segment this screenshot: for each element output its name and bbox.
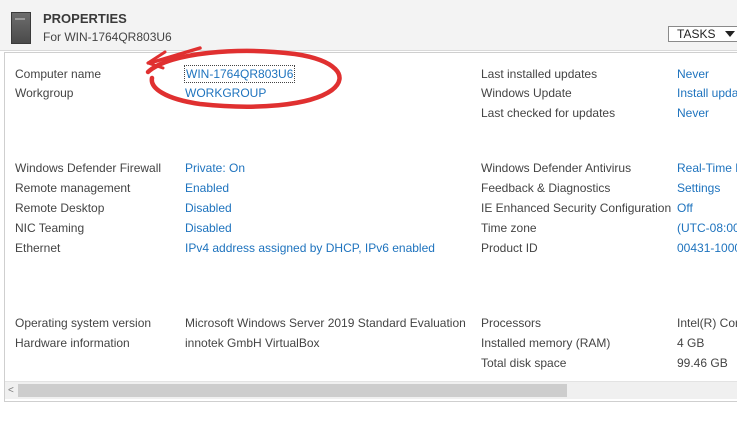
hardware-info-value: innotek GmbH VirtualBox (185, 336, 320, 350)
remote-desktop-label: Remote Desktop (15, 201, 105, 215)
workgroup-link[interactable]: WORKGROUP (185, 86, 266, 100)
windows-update-link[interactable]: Install upda (677, 86, 737, 100)
scrollbar-thumb[interactable] (18, 384, 567, 397)
processors-label: Processors (481, 316, 542, 330)
time-zone-link[interactable]: (UTC-08:00) (677, 221, 737, 235)
os-version-value: Microsoft Windows Server 2019 Standard E… (185, 316, 466, 330)
computer-name-link[interactable]: WIN-1764QR803U6 (183, 65, 296, 83)
firewall-link[interactable]: Private: On (185, 161, 245, 175)
tasks-button[interactable]: TASKS (668, 26, 737, 42)
last-checked-updates-link[interactable]: Never (677, 106, 709, 120)
feedback-diagnostics-link[interactable]: Settings (677, 181, 720, 195)
processors-value: Intel(R) Cor (677, 316, 737, 330)
ethernet-label: Ethernet (15, 241, 61, 255)
workgroup-label: Workgroup (15, 86, 74, 100)
server-icon (11, 12, 31, 44)
horizontal-scrollbar[interactable]: < (5, 381, 737, 399)
installed-memory-value: 4 GB (677, 336, 705, 350)
page-title: PROPERTIES (43, 11, 127, 26)
remote-desktop-link[interactable]: Disabled (185, 201, 232, 215)
ie-esc-link[interactable]: Off (677, 201, 693, 215)
nic-teaming-link[interactable]: Disabled (185, 221, 232, 235)
chevron-down-icon (725, 31, 735, 37)
defender-antivirus-label: Windows Defender Antivirus (481, 161, 632, 175)
ethernet-link[interactable]: IPv4 address assigned by DHCP, IPv6 enab… (185, 241, 435, 255)
remote-management-link[interactable]: Enabled (185, 181, 229, 195)
computer-name-label: Computer name (15, 67, 102, 81)
feedback-diagnostics-label: Feedback & Diagnostics (481, 181, 611, 195)
windows-update-label: Windows Update (481, 86, 572, 100)
last-checked-updates-label: Last checked for updates (481, 106, 616, 120)
firewall-label: Windows Defender Firewall (15, 161, 162, 175)
os-version-label: Operating system version (15, 316, 152, 330)
defender-antivirus-link[interactable]: Real-Time P (677, 161, 737, 175)
scroll-left-arrow-icon[interactable]: < (8, 384, 14, 397)
time-zone-label: Time zone (481, 221, 537, 235)
page-subtitle: For WIN-1764QR803U6 (43, 30, 172, 44)
last-installed-updates-label: Last installed updates (481, 67, 598, 81)
remote-management-label: Remote management (15, 181, 131, 195)
ie-esc-label: IE Enhanced Security Configuration (481, 201, 672, 215)
product-id-label: Product ID (481, 241, 538, 255)
nic-teaming-label: NIC Teaming (15, 221, 85, 235)
last-installed-updates-link[interactable]: Never (677, 67, 709, 81)
tasks-button-label: TASKS (677, 27, 716, 41)
installed-memory-label: Installed memory (RAM) (481, 336, 611, 350)
total-disk-value: 99.46 GB (677, 356, 728, 370)
hardware-info-label: Hardware information (15, 336, 130, 350)
total-disk-label: Total disk space (481, 356, 567, 370)
product-id-link[interactable]: 00431-1000 (677, 241, 737, 255)
properties-header: PROPERTIES For WIN-1764QR803U6 TASKS (0, 0, 737, 51)
